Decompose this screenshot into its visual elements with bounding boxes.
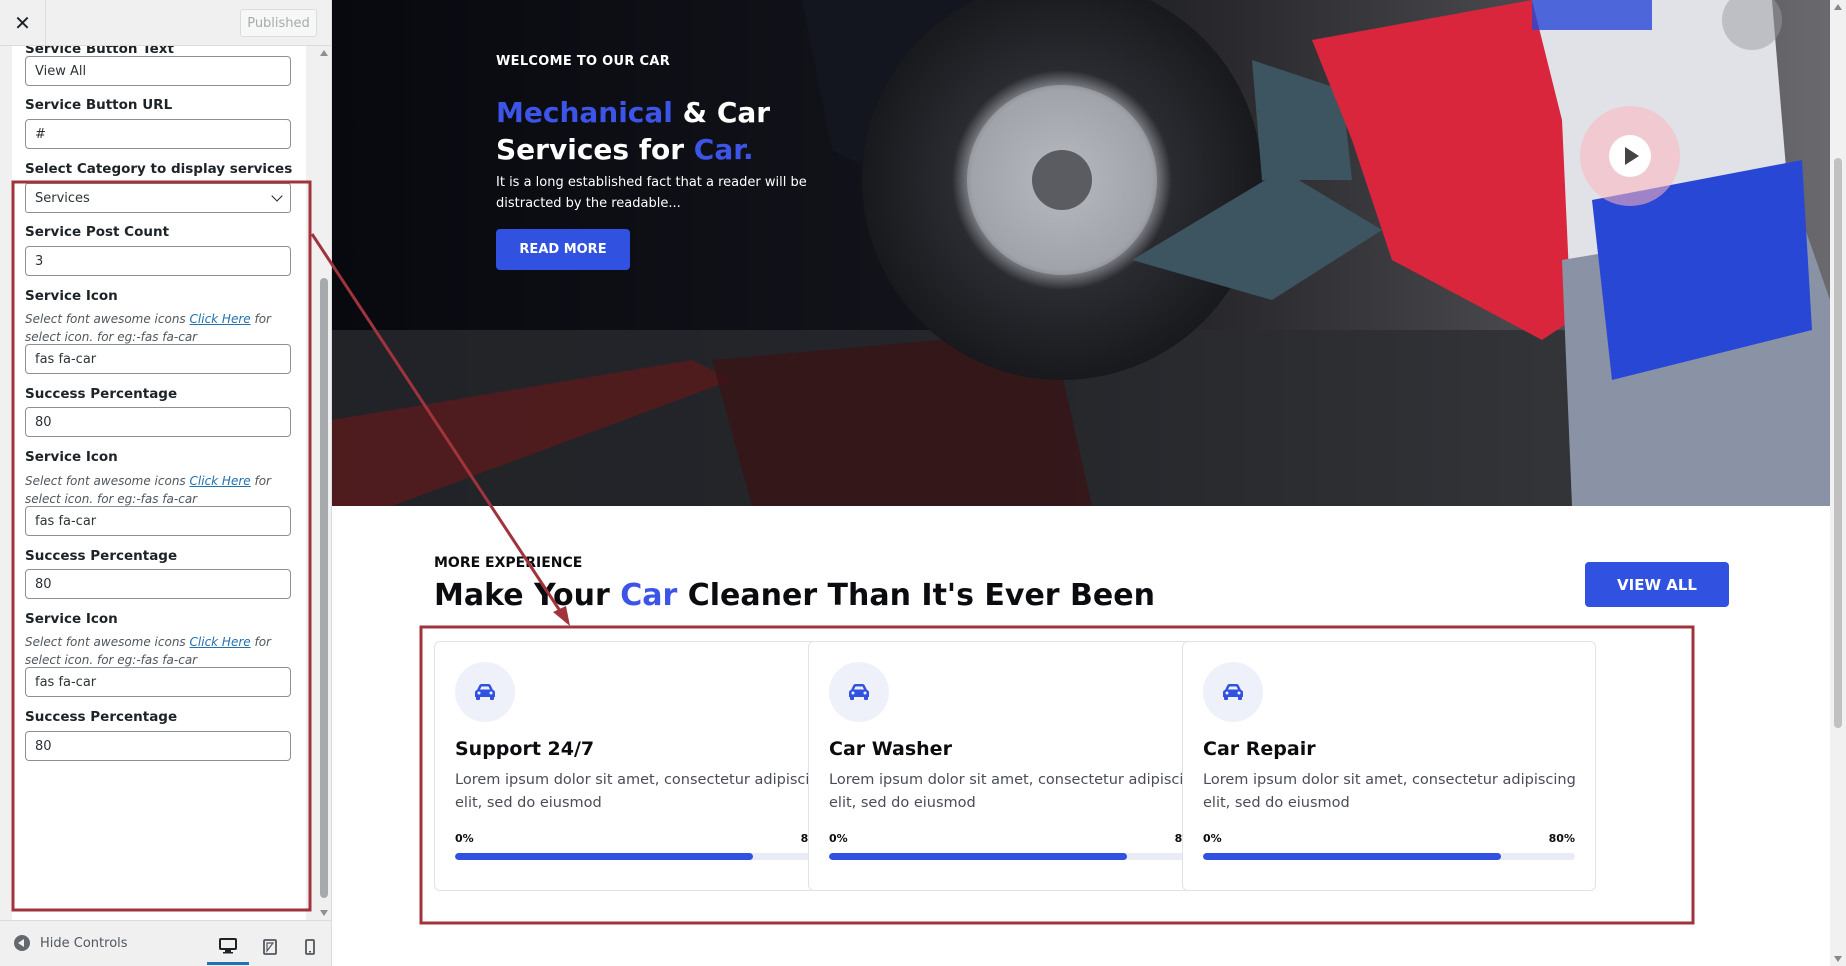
service-icon-circle <box>455 662 515 722</box>
progress-fill <box>455 853 753 860</box>
customizer-footer: Hide Controls <box>0 920 331 966</box>
scroll-up-icon[interactable] <box>320 50 328 56</box>
post-count-input[interactable]: 3 <box>25 246 291 276</box>
scroll-down-icon[interactable] <box>320 910 328 916</box>
service-card: Support 24/7 Lorem ipsum dolor sit amet,… <box>434 641 848 891</box>
progress-start-label: 0% <box>829 832 848 845</box>
controls-panel: Service Button Text View All Service But… <box>0 46 331 920</box>
desktop-preview-button[interactable] <box>207 929 249 965</box>
hide-controls-button[interactable]: Hide Controls <box>14 935 128 951</box>
success-percentage-input[interactable]: 80 <box>25 569 291 599</box>
success-percentage-label: Success Percentage <box>25 548 178 564</box>
service-icon-input[interactable]: fas fa-car <box>25 344 291 374</box>
car-icon <box>849 684 869 700</box>
sidebar-scrollbar[interactable] <box>317 46 331 920</box>
service-card-description: Lorem ipsum dolor sit amet, consectetur … <box>1203 772 1576 811</box>
service-card-title: Car Repair <box>1203 738 1316 760</box>
hero-welcome-text: WELCOME TO OUR CAR <box>496 54 671 69</box>
service-icon-description: Select font awesome icons Click Here for… <box>25 635 271 667</box>
service-icon-label: Service Icon <box>25 449 118 465</box>
service-card-title: Car Washer <box>829 738 952 760</box>
play-button-circle <box>1609 135 1651 177</box>
play-video-button[interactable] <box>1580 106 1680 206</box>
progress-end-label: 80% <box>1548 832 1575 845</box>
play-icon <box>1625 147 1639 165</box>
service-card: Car Washer Lorem ipsum dolor sit amet, c… <box>808 641 1222 891</box>
button-text-input[interactable]: View All <box>25 56 291 86</box>
progress-fill <box>829 853 1127 860</box>
mobile-icon <box>305 939 315 955</box>
mobile-preview-button[interactable] <box>289 929 331 965</box>
success-percentage-input[interactable]: 80 <box>25 731 291 761</box>
service-icon-input[interactable]: fas fa-car <box>25 667 291 697</box>
post-count-label: Service Post Count <box>25 224 170 240</box>
click-here-link[interactable]: Click Here <box>190 474 251 488</box>
hero-description: It is a long established fact that a rea… <box>496 175 807 211</box>
tablet-preview-button[interactable] <box>249 929 291 965</box>
controls-section: Service Button Text View All Service But… <box>12 46 306 920</box>
click-here-link[interactable]: Click Here <box>190 312 251 326</box>
tablet-icon <box>263 939 277 955</box>
service-icon-input[interactable]: fas fa-car <box>25 506 291 536</box>
service-icon-circle <box>1203 662 1263 722</box>
customizer-header: ✕ Published <box>0 0 331 46</box>
progress-fill <box>1203 853 1501 860</box>
collapse-arrow-icon <box>14 935 30 951</box>
click-here-link[interactable]: Click Here <box>190 635 251 649</box>
section-subtitle: MORE EXPERIENCE <box>434 555 583 571</box>
service-icon-description: Select font awesome icons Click Here for… <box>25 312 271 344</box>
service-card-description: Lorem ipsum dolor sit amet, consectetur … <box>829 772 1202 811</box>
hide-controls-label: Hide Controls <box>40 935 128 951</box>
scroll-up-icon[interactable] <box>1834 4 1842 10</box>
service-icon-circle <box>829 662 889 722</box>
service-card-title: Support 24/7 <box>455 738 595 760</box>
success-percentage-input[interactable]: 80 <box>25 407 291 437</box>
service-card: Car Repair Lorem ipsum dolor sit amet, c… <box>1182 641 1596 891</box>
service-icon-label: Service Icon <box>25 611 118 627</box>
car-icon <box>475 684 495 700</box>
category-label: Select Category to display services <box>25 161 293 177</box>
scrollbar-thumb[interactable] <box>1834 158 1842 728</box>
publish-button[interactable]: Published <box>240 9 317 37</box>
hero-title: Mechanical & Car Services for Car. <box>496 96 771 166</box>
progress-start-label: 0% <box>1203 832 1222 845</box>
progress-track <box>829 853 1201 860</box>
desktop-icon <box>219 937 237 953</box>
hero-banner: WELCOME TO OUR CAR Mechanical & Car Serv… <box>332 0 1830 506</box>
scroll-down-icon[interactable] <box>1834 956 1842 962</box>
success-percentage-label: Success Percentage <box>25 386 178 402</box>
preview-scrollbar[interactable] <box>1830 0 1846 966</box>
success-percentage-label: Success Percentage <box>25 709 178 725</box>
section-title: Make Your Car Cleaner Than It's Ever Bee… <box>434 578 1155 613</box>
button-url-label: Service Button URL <box>25 97 173 113</box>
view-all-button[interactable]: VIEW ALL <box>1585 562 1729 607</box>
chevron-down-icon <box>271 190 283 202</box>
category-select[interactable]: Services <box>25 183 291 213</box>
customizer-sidebar: ✕ Published Service Button Text View All… <box>0 0 332 966</box>
progress-start-label: 0% <box>455 832 474 845</box>
button-url-input[interactable]: # <box>25 119 291 149</box>
progress-track <box>1203 853 1575 860</box>
site-preview: WELCOME TO OUR CAR Mechanical & Car Serv… <box>332 0 1846 966</box>
close-customizer-button[interactable]: ✕ <box>0 0 46 46</box>
service-icon-description: Select font awesome icons Click Here for… <box>25 474 271 506</box>
car-icon <box>1223 684 1243 700</box>
read-more-button[interactable]: READ MORE <box>496 229 630 270</box>
scrollbar-thumb[interactable] <box>320 278 328 898</box>
service-icon-label: Service Icon <box>25 288 118 304</box>
category-select-value: Services <box>35 190 90 206</box>
progress-track <box>455 853 827 860</box>
service-card-description: Lorem ipsum dolor sit amet, consectetur … <box>455 772 828 811</box>
